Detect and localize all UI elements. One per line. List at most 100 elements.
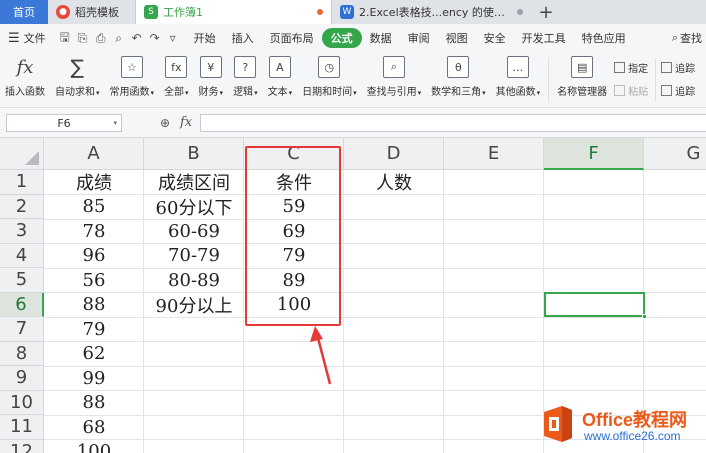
menu-tab-security[interactable]: 安全 [476,30,514,46]
define-button[interactable]: 指定 [614,60,648,75]
row-header-3[interactable]: 3 [0,219,44,244]
formula-input[interactable] [200,114,706,132]
menu-tab-developer[interactable]: 开发工具 [514,30,574,46]
cell-a4[interactable]: 96 [44,244,144,269]
column-header-a[interactable]: A [44,138,144,170]
cell-a3[interactable]: 78 [44,219,144,244]
zoom-icon[interactable]: ⊕ [160,116,170,130]
cell-d1[interactable]: 人数 [344,170,444,195]
row-header-12[interactable]: 12 [0,439,44,453]
menu-tab-page-layout[interactable]: 页面布局 [262,30,322,46]
chevron-down-icon[interactable]: ▾ [113,119,117,127]
text-label: 文本 [267,87,288,98]
search-button[interactable]: ⌕ 查找 [672,30,706,46]
cell-a10[interactable]: 88 [44,391,144,416]
column-header-e[interactable]: E [444,138,544,170]
tab-docer[interactable]: ● 稻壳模板 [48,0,136,24]
name-manager-button[interactable]: ▤ 名称管理器 [552,56,612,98]
new-tab-plus-icon[interactable]: + [531,0,561,24]
insert-function-label: 插入函数 [5,87,45,98]
grid-line [443,170,444,453]
open-icon[interactable]: ⎘ [74,31,92,46]
cell-a8[interactable]: 62 [44,342,144,367]
column-header-b[interactable]: B [144,138,244,170]
column-header-g[interactable]: G [644,138,706,170]
cell-a1[interactable]: 成绩 [44,170,144,195]
lookup-reference-button[interactable]: ⌕ 查找与引用▾ [362,56,427,98]
column-header-f[interactable]: F [544,138,644,170]
cell-b3[interactable]: 60-69 [144,219,244,244]
name-manager-label: 名称管理器 [557,87,608,98]
define-icon [614,62,626,73]
file-menu[interactable]: ☰ 文件 [0,30,52,46]
tab-home[interactable]: 首页 [0,0,48,24]
tab-workbook[interactable]: S 工作簿1 [136,0,331,24]
more-functions-icon: … [506,56,529,78]
tab-workbook-label: 工作簿1 [163,6,203,19]
cell-b1[interactable]: 成绩区间 [144,170,244,195]
tab-document[interactable]: W 2.Excel表格技...ency 的使用方法 [331,0,531,24]
row-header-5[interactable]: 5 [0,268,44,293]
logical-button[interactable]: ? 逻辑▾ [228,56,263,98]
menu-tab-review[interactable]: 审阅 [400,30,438,46]
paste-button[interactable]: 粘贴 [614,83,648,98]
print-icon[interactable]: ⎙ [92,31,110,46]
row-header-4[interactable]: 4 [0,243,44,268]
cell-b5[interactable]: 80-89 [144,268,244,293]
math-trig-button[interactable]: θ 数学和三角▾ [426,56,491,98]
row-header-11[interactable]: 11 [0,415,44,440]
row-header-7[interactable]: 7 [0,317,44,342]
customize-icon[interactable]: ▿ [164,31,182,45]
autosum-button[interactable]: ∑ 自动求和▾ [50,55,105,98]
menu-tab-home[interactable]: 开始 [186,30,224,46]
menu-tab-insert[interactable]: 插入 [224,30,262,46]
trace-precedents-button[interactable]: 追踪 [661,60,695,75]
redo-icon[interactable]: ↷ [146,31,164,45]
row-header-1[interactable]: 1 [0,170,44,195]
cell-a9[interactable]: 99 [44,366,144,391]
text-button[interactable]: A 文本▾ [263,56,298,98]
common-functions-button[interactable]: ☆ 常用函数▾ [105,56,160,98]
cell-b4[interactable]: 70-79 [144,244,244,269]
row-header-2[interactable]: 2 [0,194,44,219]
menu-tab-view[interactable]: 视图 [438,30,476,46]
date-time-button[interactable]: ◷ 日期和时间▾ [297,56,362,98]
other-functions-button[interactable]: … 其他函数▾ [491,56,546,98]
row-header-10[interactable]: 10 [0,390,44,415]
fill-handle[interactable] [642,314,647,319]
trace-dependents-button[interactable]: 追踪 [661,83,695,98]
active-cell-f6[interactable] [544,292,647,319]
row-header-6[interactable]: 6 [0,292,44,317]
trace-precedents-label: 追踪 [675,64,696,75]
cell-a5[interactable]: 56 [44,268,144,293]
menu-tab-formulas[interactable]: 公式 [321,28,362,48]
cell-a12[interactable]: 100 [44,440,144,453]
row-header-8[interactable]: 8 [0,341,44,366]
cell-b2[interactable]: 60分以下 [144,195,244,220]
cell-a11[interactable]: 68 [44,415,144,440]
cell-a2[interactable]: 85 [44,195,144,220]
all-functions-button[interactable]: fx 全部▾ [159,56,194,98]
ribbon-separator [655,58,657,102]
preview-icon[interactable]: ⌕ [110,31,128,46]
name-box[interactable]: F6 ▾ [6,114,122,132]
select-all-corner[interactable] [0,138,44,170]
fx-label[interactable]: fx [180,115,192,130]
name-box-value: F6 [57,116,71,130]
financial-button[interactable]: ¥ 财务▾ [194,56,229,98]
undo-icon[interactable]: ↶ [128,31,146,45]
select-all-triangle-icon [25,151,39,165]
cell-a6[interactable]: 88 [44,293,144,318]
ribbon-small-group: 指定 粘贴 [612,56,652,98]
save-icon[interactable]: 🖫 [56,28,74,49]
cell-a7[interactable]: 79 [44,317,144,342]
paste-icon [614,85,626,96]
cell-b6[interactable]: 90分以上 [144,293,244,318]
menu-tab-data[interactable]: 数据 [362,30,400,46]
clock-icon: ◷ [318,56,341,78]
sigma-icon: ∑ [70,55,84,79]
row-header-9[interactable]: 9 [0,366,44,391]
column-header-d[interactable]: D [344,138,444,170]
insert-function-button[interactable]: fx 插入函数 [0,56,50,99]
menu-tab-features[interactable]: 特色应用 [574,30,634,46]
